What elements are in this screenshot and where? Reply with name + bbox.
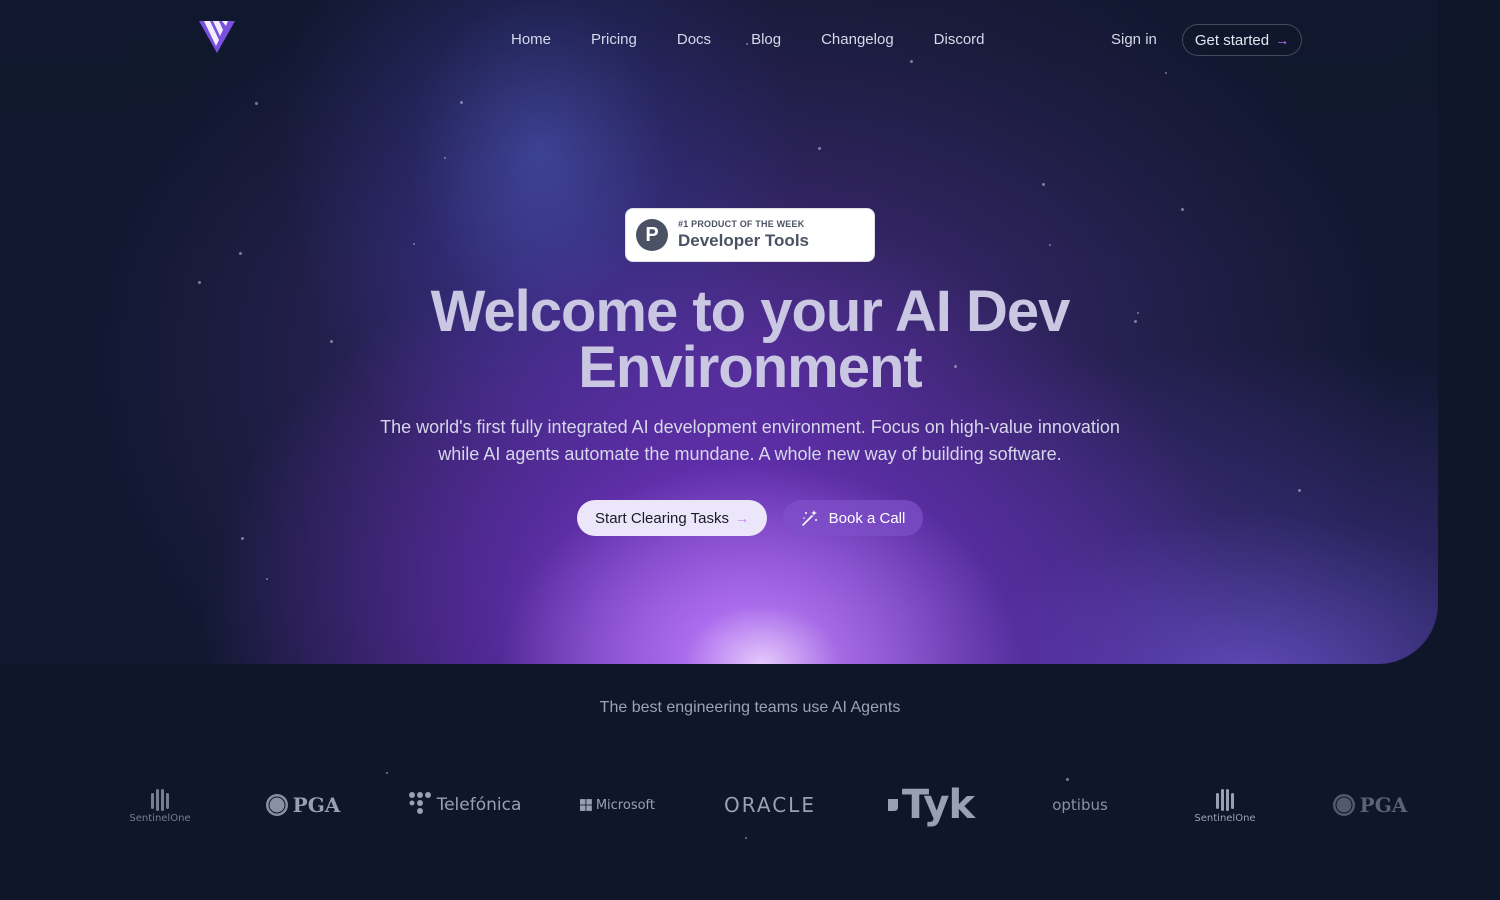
logo-tyk-text: Tyk	[901, 782, 975, 828]
get-started-button[interactable]: Get started →	[1182, 24, 1302, 56]
logo-sentinelone-repeat: SentinelOne	[1185, 775, 1265, 835]
hero-subtitle-line-1: The world's first fully integrated AI de…	[380, 417, 1120, 437]
nav-link-home[interactable]: Home	[511, 31, 551, 48]
logo-microsoft-text: Microsoft	[595, 797, 655, 813]
arrow-right-icon: →	[1275, 32, 1290, 48]
microsoft-squares-icon	[580, 799, 592, 811]
product-hunt-badge[interactable]: P #1 PRODUCT OF THE WEEK Developer Tools	[625, 208, 875, 262]
nav-links: Home Pricing Docs Blog Changelog Discord	[511, 31, 1025, 48]
logo-microsoft: Microsoft	[580, 775, 655, 835]
nav-link-discord[interactable]: Discord	[934, 31, 985, 48]
hero-subtitle-line-2: while AI agents automate the mundane. A …	[438, 444, 1062, 464]
get-started-label: Get started	[1194, 31, 1270, 49]
book-a-call-button[interactable]: Book a Call	[783, 500, 923, 536]
top-nav: Home Pricing Docs Blog Changelog Discord…	[0, 0, 1500, 80]
logo-pga-repeat: PGA	[1327, 775, 1412, 835]
arrow-right-icon: →	[734, 510, 749, 526]
nav-link-docs[interactable]: Docs	[677, 31, 711, 48]
sentinelone-icon	[151, 788, 169, 811]
logo-oracle: ORACLE	[715, 775, 825, 835]
pga-emblem-icon	[265, 794, 288, 816]
teams-heading: The best engineering teams use AI Agents	[599, 699, 901, 716]
logo-optibus-text: optibus	[1052, 796, 1108, 814]
logo-tyk: Tyk	[885, 775, 975, 835]
sign-in-link[interactable]: Sign in	[1111, 31, 1157, 48]
logo-sentinelone-text: SentinelOne	[1194, 812, 1256, 824]
magic-wand-icon	[801, 510, 817, 526]
logo-optibus: optibus	[1040, 775, 1120, 835]
logo-pga-text: PGA	[1359, 793, 1408, 817]
nav-link-changelog[interactable]: Changelog	[821, 31, 894, 48]
logo-pga: PGA	[260, 775, 345, 835]
tyk-mark-icon	[887, 799, 898, 811]
start-clearing-tasks-button[interactable]: Start Clearing Tasks →	[577, 500, 767, 536]
customer-logo-strip: SentinelOne PGA Telefónica Microsoft ORA…	[95, 775, 1415, 835]
start-clearing-tasks-label: Start Clearing Tasks	[595, 509, 729, 527]
pga-emblem-icon	[1332, 794, 1355, 816]
nav-link-blog[interactable]: Blog	[751, 31, 781, 48]
book-a-call-label: Book a Call	[828, 509, 906, 527]
badge-title: Developer Tools	[678, 231, 809, 250]
logo-pga-text: PGA	[292, 793, 341, 817]
sentinelone-icon	[1216, 788, 1234, 811]
logo-sentinelone-text: SentinelOne	[129, 812, 191, 824]
hero-subtitle: The world's first fully integrated AI de…	[350, 414, 1150, 468]
logo-sentinelone: SentinelOne	[120, 775, 200, 835]
logo-telefonica-text: Telefónica	[436, 795, 522, 815]
telefonica-dots-icon	[408, 792, 431, 814]
product-hunt-icon: P	[636, 219, 668, 251]
page-title-line-2: Environment	[578, 335, 922, 400]
badge-caption: #1 PRODUCT OF THE WEEK	[678, 219, 805, 229]
logo-oracle-text: ORACLE	[724, 793, 816, 817]
page-title: Welcome to your AI Dev Environment	[250, 283, 1250, 397]
logo-telefonica: Telefónica	[407, 775, 522, 835]
nav-link-pricing[interactable]: Pricing	[591, 31, 637, 48]
brand-logo-icon[interactable]	[198, 20, 236, 54]
